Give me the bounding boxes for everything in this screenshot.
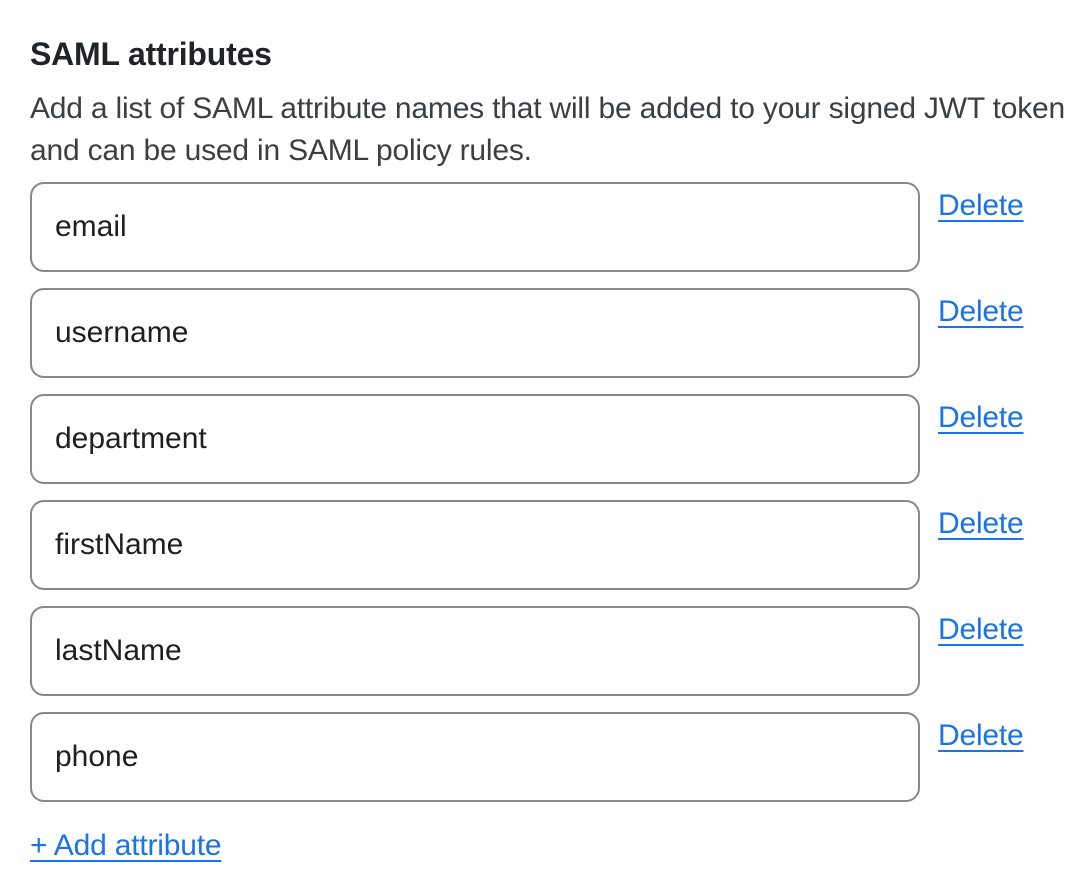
- section-description-line-2: and can be used in SAML policy rules.: [30, 130, 1066, 172]
- attribute-input-firstname[interactable]: [30, 500, 920, 590]
- delete-attribute-link[interactable]: Delete: [938, 612, 1024, 648]
- delete-attribute-link[interactable]: Delete: [938, 506, 1024, 542]
- add-attribute-row: + Add attribute: [30, 828, 1066, 864]
- section-description-line-1: Add a list of SAML attribute names that …: [30, 88, 1066, 130]
- attribute-row: Delete: [30, 500, 1066, 590]
- attribute-row: Delete: [30, 712, 1066, 802]
- attribute-row: Delete: [30, 182, 1066, 272]
- delete-attribute-link[interactable]: Delete: [938, 294, 1024, 330]
- section-title: SAML attributes: [30, 34, 1066, 74]
- section-description: Add a list of SAML attribute names that …: [30, 88, 1066, 172]
- attribute-input-department[interactable]: [30, 394, 920, 484]
- attribute-row: Delete: [30, 606, 1066, 696]
- attribute-list: Delete Delete Delete Delete Delete Delet…: [30, 182, 1066, 802]
- attribute-row: Delete: [30, 288, 1066, 378]
- attribute-input-phone[interactable]: [30, 712, 920, 802]
- delete-attribute-link[interactable]: Delete: [938, 400, 1024, 436]
- add-attribute-link[interactable]: + Add attribute: [30, 828, 221, 864]
- saml-attributes-section: SAML attributes Add a list of SAML attri…: [0, 0, 1066, 864]
- attribute-input-lastname[interactable]: [30, 606, 920, 696]
- attribute-row: Delete: [30, 394, 1066, 484]
- attribute-input-username[interactable]: [30, 288, 920, 378]
- delete-attribute-link[interactable]: Delete: [938, 188, 1024, 224]
- attribute-input-email[interactable]: [30, 182, 920, 272]
- delete-attribute-link[interactable]: Delete: [938, 718, 1024, 754]
